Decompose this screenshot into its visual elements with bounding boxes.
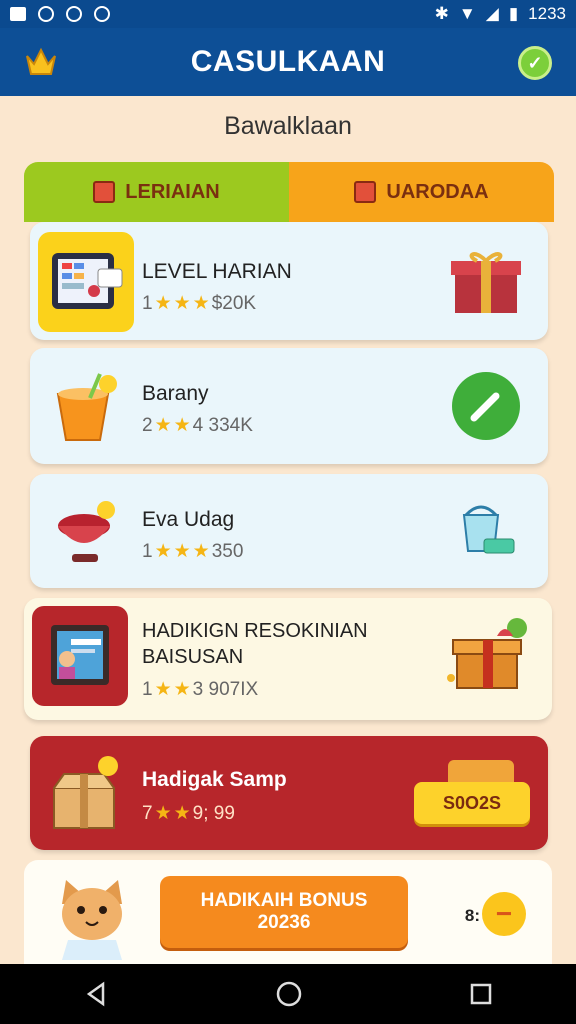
tablet-icon bbox=[52, 253, 123, 309]
system-nav-bar bbox=[0, 964, 576, 1024]
item-title: LEVEL HARIAN bbox=[142, 260, 292, 283]
item-rank: 1 bbox=[142, 292, 153, 314]
tab-label: UARODAA bbox=[386, 180, 489, 203]
item-title-line1: HADIKIGN RESOKINIAN bbox=[142, 620, 368, 642]
item-thumbnail bbox=[38, 746, 134, 846]
bonus-button-line2: 20236 bbox=[257, 912, 311, 933]
check-badge-icon[interactable]: ✓ bbox=[518, 46, 552, 80]
item-meta: 1 ★ ★ ★ $20K bbox=[142, 292, 256, 315]
item-title: Hadigak Samp bbox=[142, 768, 287, 791]
bluetooth-icon: ✱ bbox=[434, 4, 449, 23]
list-item[interactable]: Eva Udag 1 ★ ★ ★ 350 bbox=[30, 474, 548, 588]
star-icon: ★ bbox=[154, 803, 172, 824]
signal-icon: ◢ bbox=[485, 4, 499, 23]
star-icon: ★ bbox=[192, 541, 210, 562]
recent-apps-icon[interactable] bbox=[469, 982, 493, 1006]
cat-avatar-icon bbox=[62, 880, 122, 960]
item-thumbnail bbox=[38, 232, 134, 332]
item-rank: 2 bbox=[142, 414, 153, 436]
coin-pile-icon bbox=[448, 760, 514, 782]
clock: 1233 bbox=[528, 4, 566, 23]
item-value: 9; 99 bbox=[192, 802, 235, 824]
page-subtitle: Bawalklaan bbox=[224, 112, 352, 140]
star-icon: ★ bbox=[173, 679, 191, 700]
item-rank: 1 bbox=[142, 678, 153, 700]
juice-cup-icon bbox=[56, 373, 117, 441]
list-item[interactable]: Barany 2 ★ ★ 4 334K bbox=[30, 348, 548, 464]
tab-leriaian[interactable]: LERIAIAN bbox=[24, 162, 289, 222]
gift-box-icon bbox=[93, 181, 116, 203]
circle-notification-icon bbox=[66, 6, 82, 22]
item-meta: 1 ★ ★ 3 907IX bbox=[142, 678, 258, 701]
tab-uarodaa[interactable]: UARODAA bbox=[289, 162, 554, 222]
item-thumbnail bbox=[38, 484, 134, 584]
item-value: $20K bbox=[211, 292, 257, 314]
item-meta: 1 ★ ★ ★ 350 bbox=[142, 540, 243, 563]
item-title-line2: BAISUSAN bbox=[142, 646, 244, 668]
item-value: 4 334K bbox=[192, 414, 253, 436]
bonus-count: 8: bbox=[464, 906, 480, 925]
item-meta: 7 ★ ★ 9; 99 bbox=[142, 802, 235, 825]
item-title: Eva Udag bbox=[142, 508, 235, 531]
claim-button[interactable]: S0O2S bbox=[414, 782, 530, 824]
pencil-badge-icon[interactable] bbox=[446, 368, 526, 444]
bonus-button-line1: HADIKAIH BONUS bbox=[200, 890, 368, 911]
photo-card-icon bbox=[51, 625, 109, 685]
item-value: 350 bbox=[211, 540, 244, 562]
star-icon: ★ bbox=[154, 541, 172, 562]
status-bar: ✱ ▼ ◢ ▮ 1233 bbox=[0, 0, 576, 28]
item-thumbnail bbox=[38, 358, 134, 458]
star-icon: ★ bbox=[154, 415, 172, 436]
cleaning-bucket-icon bbox=[446, 494, 526, 570]
parcel-icon bbox=[53, 756, 118, 829]
gift-box-icon bbox=[446, 244, 526, 320]
item-thumbnail bbox=[32, 606, 128, 706]
item-rank: 7 bbox=[142, 802, 153, 824]
item-value: 3 907IX bbox=[192, 678, 259, 700]
star-icon: ★ bbox=[173, 803, 191, 824]
crown-icon[interactable] bbox=[24, 44, 58, 78]
bowl-icon bbox=[58, 501, 115, 562]
item-rank: 1 bbox=[142, 540, 153, 562]
tab-label: LERIAIAN bbox=[125, 180, 220, 203]
star-icon: ★ bbox=[173, 293, 191, 314]
app-bar: CASULKAAN ✓ bbox=[0, 28, 576, 96]
back-icon[interactable] bbox=[83, 981, 109, 1007]
star-icon: ★ bbox=[192, 293, 210, 314]
tab-bar: LERIAIAN UARODAA bbox=[24, 162, 554, 222]
image-notification-icon bbox=[10, 7, 26, 21]
list-item[interactable]: LEVEL HARIAN 1 ★ ★ ★ $20K bbox=[30, 222, 548, 340]
basket-icon bbox=[354, 181, 377, 203]
app-notification-icon bbox=[94, 6, 110, 22]
star-icon: ★ bbox=[173, 541, 191, 562]
app-title: CASULKAAN bbox=[190, 45, 386, 78]
list-item-featured[interactable]: Hadigak Samp 7 ★ ★ 9; 99 S0O2S bbox=[30, 736, 548, 850]
star-icon: ★ bbox=[154, 293, 172, 314]
star-icon: ★ bbox=[154, 679, 172, 700]
home-icon[interactable] bbox=[275, 980, 303, 1008]
bonus-panel: HADIKAIH BONUS 20236 8: − bbox=[24, 860, 552, 964]
bonus-button[interactable]: HADIKAIH BONUS 20236 bbox=[160, 876, 408, 948]
minus-icon[interactable]: − bbox=[482, 892, 526, 936]
item-title: Barany bbox=[142, 382, 209, 405]
sync-notification-icon bbox=[38, 6, 54, 22]
wifi-icon: ▼ bbox=[458, 4, 476, 23]
item-meta: 2 ★ ★ 4 334K bbox=[142, 414, 253, 437]
star-icon: ★ bbox=[173, 415, 191, 436]
list-item[interactable]: HADIKIGN RESOKINIAN BAISUSAN 1 ★ ★ 3 907I… bbox=[24, 598, 552, 720]
treasure-box-icon bbox=[444, 618, 534, 694]
battery-icon: ▮ bbox=[508, 4, 519, 23]
